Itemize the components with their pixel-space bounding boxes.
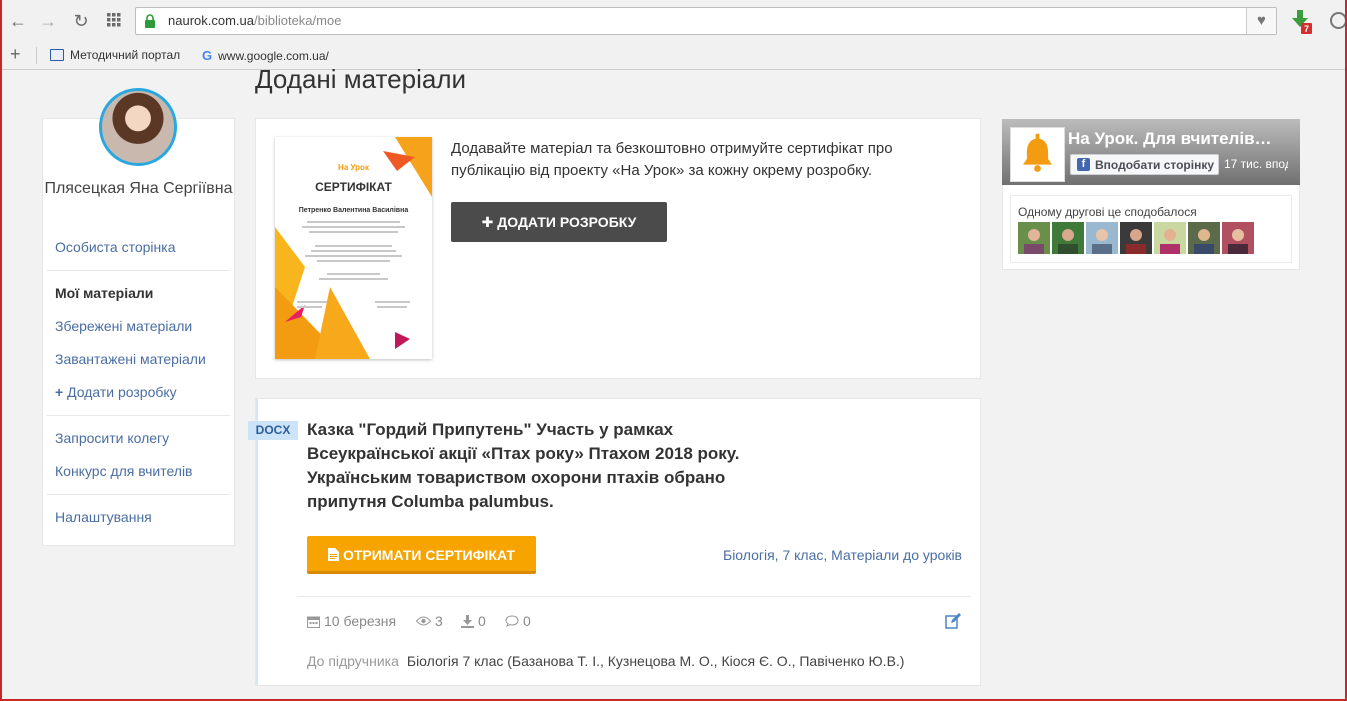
material-comments: 0 xyxy=(505,613,531,629)
sidebar-item-settings[interactable]: Налаштування xyxy=(55,509,152,525)
cert-brand: На Урок xyxy=(338,163,369,172)
cert-heading: СЕРТИФІКАТ xyxy=(315,180,392,194)
material-tags[interactable]: Біологія, 7 клас, Матеріали до уроків xyxy=(700,547,962,563)
downloads-value: 0 xyxy=(478,613,486,629)
profile-name: Плясецкая Яна Сергіївна xyxy=(44,180,233,197)
bookmark-divider xyxy=(36,47,37,64)
material-divider xyxy=(297,596,971,597)
browser-toolbar: ← → ↻ naurok.com.ua/biblioteka/moe ♥ 7 xyxy=(0,0,1347,42)
friend-avatar[interactable] xyxy=(1154,222,1186,254)
facebook-like-label: Вподобати сторінку xyxy=(1095,157,1215,172)
facebook-friends-text: Одному другові це сподобалося xyxy=(1018,205,1197,219)
lock-icon xyxy=(145,14,155,28)
document-icon xyxy=(328,548,340,561)
material-accent-bar xyxy=(256,399,258,685)
bookmark-google[interactable]: G www.google.com.ua/ xyxy=(202,48,329,63)
comment-icon xyxy=(505,615,519,627)
certificate-preview: На Урок СЕРТИФІКАТ Петренко Валентина Ва… xyxy=(275,137,432,359)
friend-avatar[interactable] xyxy=(1222,222,1254,254)
downloads-status-icon[interactable] xyxy=(1330,12,1347,29)
bookmark-label: www.google.com.ua/ xyxy=(218,48,329,63)
eye-icon xyxy=(416,616,431,626)
friend-avatar[interactable] xyxy=(1018,222,1050,254)
cert-fine-print xyxy=(297,221,410,308)
calendar-icon xyxy=(307,616,320,628)
sidebar-item-contest[interactable]: Конкурс для вчителів xyxy=(55,463,193,479)
address-bar[interactable]: naurok.com.ua/biblioteka/moe ♥ xyxy=(135,7,1277,35)
plus-icon: ✚ xyxy=(481,214,494,230)
sidebar-divider xyxy=(47,270,230,271)
friend-avatar[interactable] xyxy=(1188,222,1220,254)
sidebar-divider xyxy=(47,494,230,495)
file-format-badge: DOCX xyxy=(248,421,298,440)
bookmark-label: Методичний портал xyxy=(70,48,181,62)
cert-recipient: Петренко Валентина Василівна xyxy=(298,207,409,214)
sidebar-item-add-material[interactable]: + Додати розробку xyxy=(55,384,177,400)
sidebar-item-invite[interactable]: Запросити колегу xyxy=(55,430,169,446)
download-extension-icon[interactable]: 7 xyxy=(1291,10,1313,34)
edit-icon[interactable] xyxy=(945,613,961,629)
date-value: 10 березня xyxy=(324,613,397,629)
views-value: 3 xyxy=(435,613,443,629)
back-icon[interactable]: ← xyxy=(8,11,28,31)
page-title: Додані матеріали xyxy=(255,64,467,94)
facebook-icon: f xyxy=(1077,158,1090,171)
sidebar-divider xyxy=(47,415,230,416)
friend-avatar[interactable] xyxy=(1120,222,1152,254)
facebook-page-name[interactable]: На Урок. Для вчителів… xyxy=(1068,129,1273,149)
facebook-like-button[interactable]: f Вподобати сторінку xyxy=(1070,154,1219,175)
sidebar-item-label: Додати розробку xyxy=(67,384,177,400)
material-views: 3 xyxy=(416,613,443,629)
friend-avatar[interactable] xyxy=(1052,222,1084,254)
apps-grid-icon[interactable] xyxy=(104,11,124,31)
avatar[interactable] xyxy=(99,88,177,166)
material-title[interactable]: Казка "Гордий Припутень" Участь у рамках… xyxy=(307,418,797,514)
sidebar-item-my-materials[interactable]: Мої матеріали xyxy=(55,285,153,301)
comments-value: 0 xyxy=(523,613,531,629)
heart-icon[interactable]: ♥ xyxy=(1246,8,1276,34)
forward-icon[interactable]: → xyxy=(38,11,58,31)
add-material-label: ДОДАТИ РОЗРОБКУ xyxy=(497,214,637,230)
url-path: /biblioteka/moe xyxy=(254,13,342,28)
naurok-logo[interactable] xyxy=(1010,127,1065,182)
sidebar-item-saved[interactable]: Збережені матеріали xyxy=(55,318,192,334)
add-material-button[interactable]: ✚ ДОДАТИ РОЗРОБКУ xyxy=(451,202,667,242)
bookmarks-bar: + Методичний портал G www.google.com.ua/ xyxy=(0,42,1347,70)
url-text: naurok.com.ua/biblioteka/moe xyxy=(168,13,341,28)
material-date: 10 березня xyxy=(307,613,396,629)
textbook-info: До підручника Біологія 7 клас (Базанова Т… xyxy=(307,653,904,669)
get-certificate-button[interactable]: ОТРИМАТИ СЕРТИФІКАТ xyxy=(307,536,536,574)
friend-avatar[interactable] xyxy=(1086,222,1118,254)
bookmark-metod-portal[interactable]: Методичний портал xyxy=(50,48,180,62)
sidebar-item-downloaded[interactable]: Завантажені матеріали xyxy=(55,351,206,367)
add-bookmark-icon[interactable]: + xyxy=(10,44,21,65)
google-icon: G xyxy=(202,48,213,63)
promo-text: Додавайте матеріал та безкоштовно отриму… xyxy=(451,140,893,179)
facebook-likes-count: 17 тис. вподобань xyxy=(1224,157,1288,171)
material-downloads: 0 xyxy=(461,613,486,629)
download-icon xyxy=(461,614,474,628)
reload-icon[interactable]: ↻ xyxy=(71,11,91,31)
sidebar-item-profile[interactable]: Особиста сторінка xyxy=(55,239,176,255)
svg-text:7: 7 xyxy=(1304,24,1309,34)
plus-icon: + xyxy=(55,384,64,400)
textbook-label: До підручника xyxy=(307,653,399,669)
textbook-value: Біологія 7 клас (Базанова Т. І., Кузнецо… xyxy=(406,653,905,669)
url-host: naurok.com.ua xyxy=(168,13,254,28)
get-certificate-label: ОТРИМАТИ СЕРТИФІКАТ xyxy=(342,547,515,563)
book-icon xyxy=(50,49,64,61)
